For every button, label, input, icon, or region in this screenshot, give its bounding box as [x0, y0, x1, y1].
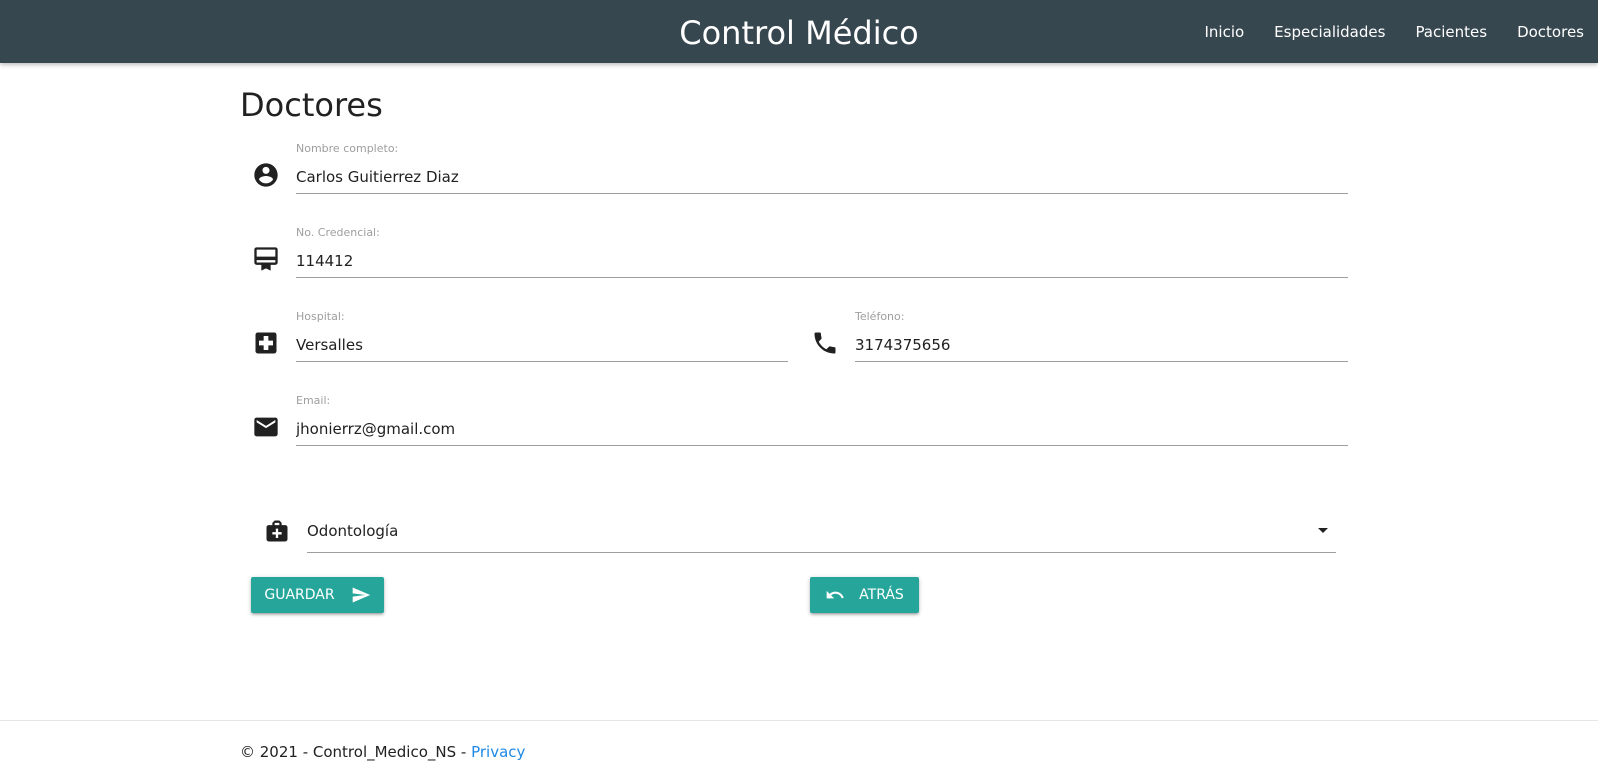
footer-copyright: © 2021 - Control_Medico_NS - — [240, 743, 472, 761]
privacy-link[interactable]: Privacy — [471, 743, 525, 761]
telefono-input[interactable] — [855, 328, 1348, 362]
atras-button[interactable]: ATRÁS — [810, 577, 919, 613]
atras-button-label: ATRÁS — [859, 587, 904, 603]
nav-link-doctores[interactable]: Doctores — [1517, 23, 1584, 41]
footer: © 2021 - Control_Medico_NS - Privacy — [240, 743, 525, 761]
card-membership-icon — [252, 245, 280, 273]
credencial-input[interactable] — [296, 244, 1348, 278]
footer-divider — [0, 720, 1598, 721]
telefono-label: Teléfono: — [855, 310, 905, 323]
guardar-button[interactable]: GUARDAR — [251, 577, 384, 613]
local-hospital-icon — [252, 329, 280, 357]
page-title: Doctores — [240, 86, 383, 124]
email-label: Email: — [296, 394, 331, 407]
email-icon — [252, 413, 280, 441]
phone-icon — [811, 329, 839, 357]
email-input[interactable] — [296, 412, 1348, 446]
send-icon — [351, 585, 371, 605]
nombre-input[interactable] — [296, 160, 1348, 194]
guardar-button-label: GUARDAR — [264, 587, 335, 603]
especialidad-select[interactable]: Odontología — [307, 512, 1336, 553]
nav-link-pacientes[interactable]: Pacientes — [1415, 23, 1487, 41]
undo-icon — [825, 585, 845, 605]
especialidad-select-value: Odontología — [307, 522, 399, 540]
nav-links: Inicio Especialidades Pacientes Doctores — [1174, 0, 1584, 63]
hospital-input[interactable] — [296, 328, 788, 362]
nombre-label: Nombre completo: — [296, 142, 399, 155]
nav-link-inicio[interactable]: Inicio — [1204, 23, 1244, 41]
top-navbar: Control Médico Inicio Especialidades Pac… — [0, 0, 1598, 63]
nav-link-especialidades[interactable]: Especialidades — [1274, 23, 1385, 41]
credencial-label: No. Credencial: — [296, 226, 380, 239]
chevron-down-icon — [1318, 528, 1328, 533]
account-circle-icon — [252, 161, 280, 189]
medical-bag-icon — [263, 517, 291, 545]
hospital-label: Hospital: — [296, 310, 345, 323]
